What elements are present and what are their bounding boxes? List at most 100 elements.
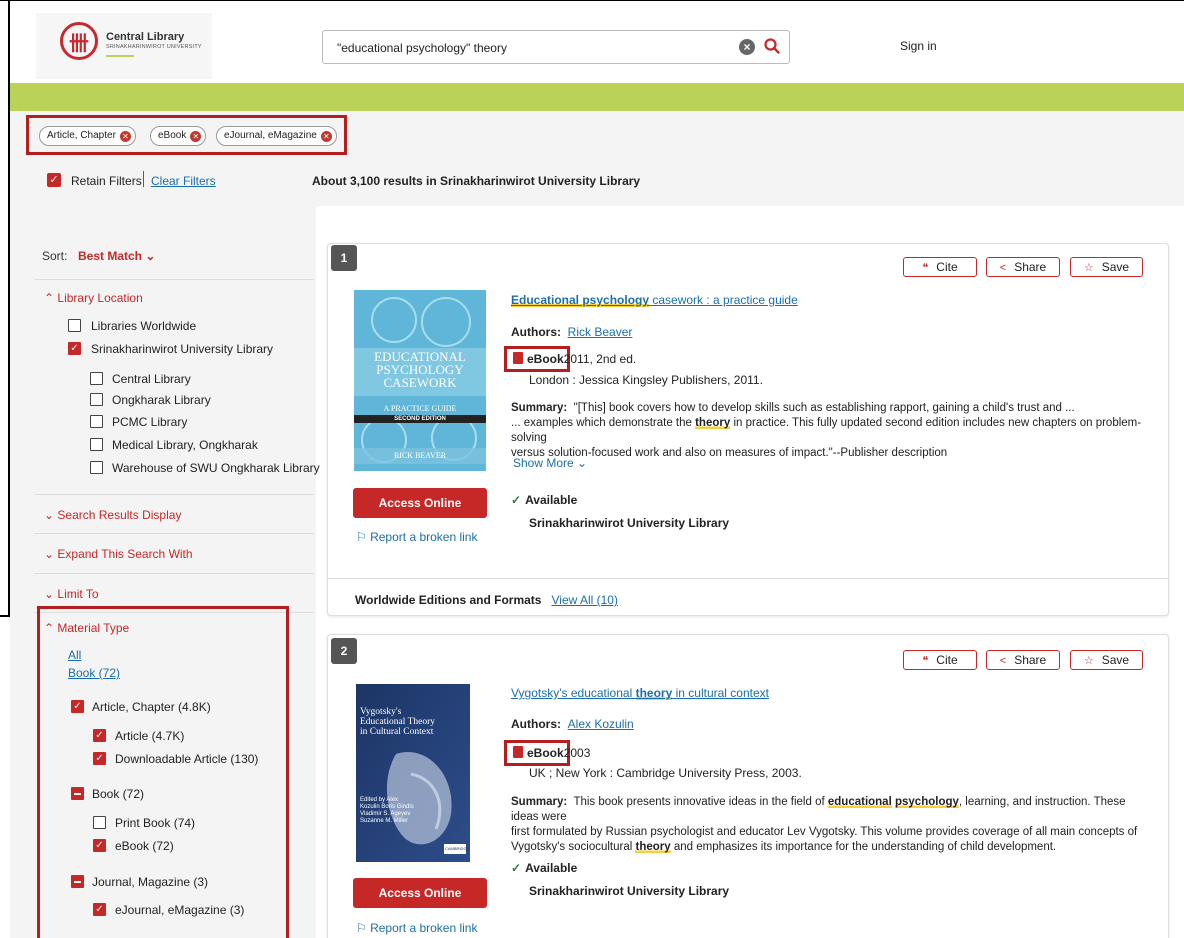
- chip-label: eJournal, eMagazine: [224, 130, 317, 141]
- checkbox-article-chapter[interactable]: ✓: [71, 700, 84, 713]
- cite-button[interactable]: ❝ Cite: [903, 257, 977, 277]
- accent-banner: [10, 83, 1184, 111]
- author-link[interactable]: Alex Kozulin: [568, 717, 634, 731]
- sort-label: Sort:: [42, 249, 68, 263]
- section-label: Expand This Search With: [57, 547, 193, 561]
- view-all-editions-link[interactable]: View All (10): [551, 593, 617, 607]
- sort-dropdown[interactable]: Best Match ⌄: [78, 249, 155, 263]
- section-label: Search Results Display: [57, 508, 182, 522]
- authors-label: Authors:: [511, 325, 561, 339]
- availability-label: Available: [525, 493, 578, 507]
- title-part: Vygotsky's educational: [511, 686, 636, 700]
- title-highlight: theory: [635, 686, 673, 700]
- summary-highlight: theory: [635, 841, 671, 853]
- divider: [34, 494, 314, 495]
- search-icon[interactable]: [763, 37, 781, 55]
- save-button[interactable]: ☆ Save: [1070, 650, 1143, 670]
- search-input[interactable]: "educational psychology" theory ×: [322, 30, 790, 64]
- chevron-down-icon: ⌄: [44, 587, 58, 601]
- option-label: Article, Chapter (4.8K): [92, 700, 211, 714]
- option-label: Medical Library, Ongkharak: [112, 438, 258, 452]
- report-label: Report a broken link: [370, 530, 478, 544]
- material-type-all-link[interactable]: All: [68, 648, 81, 662]
- sign-in-link[interactable]: Sign in: [900, 39, 937, 53]
- cite-button[interactable]: ❝ Cite: [903, 650, 977, 670]
- share-button[interactable]: < Share: [986, 650, 1060, 670]
- divider: [34, 533, 314, 534]
- search-query-text[interactable]: "educational psychology" theory: [337, 41, 507, 55]
- checkbox-ebook[interactable]: ✓: [93, 839, 106, 852]
- divider: [34, 279, 314, 280]
- report-broken-link[interactable]: ⚐ Report a broken link: [356, 530, 477, 544]
- show-more-link[interactable]: Show More ⌄: [513, 456, 587, 470]
- chevron-down-icon: ⌄: [44, 547, 58, 561]
- checkbox-ongkharak-library[interactable]: [90, 393, 103, 406]
- option-label: Article (4.7K): [115, 729, 185, 743]
- section-label: Limit To: [57, 587, 99, 601]
- section-limit-to[interactable]: ⌄ Limit To: [44, 587, 99, 601]
- checkbox-warehouse[interactable]: [90, 461, 103, 474]
- remove-chip-icon[interactable]: ✕: [190, 131, 202, 142]
- access-online-button[interactable]: Access Online: [353, 488, 487, 518]
- section-label: Material Type: [57, 621, 130, 635]
- checkbox-print-book[interactable]: [93, 816, 106, 829]
- option-label: Journal, Magazine (3): [92, 875, 209, 889]
- checkbox-libraries-worldwide[interactable]: [68, 319, 81, 332]
- checkbox-downloadable-article[interactable]: ✓: [93, 752, 106, 765]
- option-label: Print Book (74): [115, 816, 196, 830]
- summary-text: first formulated by Russian psychologist…: [511, 826, 1138, 838]
- logo-emblem-icon: 卌: [60, 22, 98, 60]
- result-title-link[interactable]: Educational psychology casework : a prac…: [511, 293, 798, 307]
- section-material-type[interactable]: ⌃ Material Type: [44, 621, 129, 635]
- save-button[interactable]: ☆ Save: [1070, 257, 1143, 277]
- checkbox-book[interactable]: [71, 787, 84, 800]
- result-title-link[interactable]: Vygotsky's educational theory in cultura…: [511, 686, 769, 700]
- publisher: London : Jessica Kingsley Publishers, 20…: [529, 373, 763, 387]
- pub-year: 2011, 2nd ed.: [563, 352, 637, 366]
- chip-label: Article, Chapter: [47, 130, 116, 141]
- author-link[interactable]: Rick Beaver: [568, 325, 633, 339]
- summary-text: Vygotsky's sociocultural: [511, 841, 636, 853]
- holding-library: Srinakharinwirot University Library: [529, 516, 730, 530]
- share-icon: <: [999, 655, 1007, 667]
- checkmark-icon: ✓: [511, 861, 522, 875]
- remove-chip-icon[interactable]: ✕: [119, 131, 131, 142]
- checkbox-article[interactable]: ✓: [93, 729, 106, 742]
- option-label: Srinakharinwirot University Library: [91, 342, 274, 356]
- title-part: casework : a practice guide: [649, 293, 798, 307]
- flag-icon: ⚐: [356, 921, 371, 935]
- filter-chip-article-chapter[interactable]: Article, Chapter ✕: [39, 126, 136, 146]
- quote-icon: ❝: [922, 262, 929, 274]
- checkbox-journal-magazine[interactable]: [71, 875, 84, 888]
- clear-search-icon[interactable]: ×: [739, 39, 755, 55]
- checkbox-ejournal[interactable]: ✓: [93, 903, 106, 916]
- checkbox-pcmc-library[interactable]: [90, 415, 103, 428]
- report-broken-link[interactable]: ⚐ Report a broken link: [356, 921, 477, 935]
- publisher: UK ; New York : Cambridge University Pre…: [529, 766, 802, 780]
- availability-status: ✓ Available: [511, 861, 577, 875]
- authors-row: Authors: Rick Beaver: [511, 325, 632, 339]
- remove-chip-icon[interactable]: ✕: [320, 131, 332, 142]
- checkbox-swu-library[interactable]: ✓: [68, 342, 81, 355]
- divider: [34, 573, 314, 574]
- library-logo[interactable]: 卌 Central Library SRINAKHARINWIROT UNIVE…: [36, 13, 212, 79]
- retain-filters-checkbox[interactable]: ✓: [47, 173, 61, 187]
- section-expand-search[interactable]: ⌄ Expand This Search With: [44, 547, 193, 561]
- filter-chip-ebook[interactable]: eBook ✕: [150, 126, 207, 146]
- section-search-results-display[interactable]: ⌄ Search Results Display: [44, 508, 181, 522]
- title-part: in cultural context: [672, 686, 769, 700]
- results-count: About 3,100 results in Srinakharinwirot …: [312, 174, 641, 188]
- share-button[interactable]: < Share: [986, 257, 1060, 277]
- option-label: PCMC Library: [112, 415, 188, 429]
- filter-chip-ejournal[interactable]: eJournal, eMagazine ✕: [216, 126, 337, 146]
- clear-filters-link[interactable]: Clear Filters: [151, 174, 216, 188]
- button-label: Save: [1101, 653, 1130, 667]
- access-online-button[interactable]: Access Online: [353, 878, 487, 908]
- checkbox-central-library[interactable]: [90, 372, 103, 385]
- material-type-book-link[interactable]: Book (72): [68, 666, 120, 680]
- summary-label: Summary:: [511, 402, 568, 414]
- chevron-up-icon: ⌃: [44, 291, 58, 305]
- summary: Summary: This book presents innovative i…: [511, 795, 1156, 855]
- checkbox-medical-library[interactable]: [90, 438, 103, 451]
- section-library-location[interactable]: ⌃ Library Location: [44, 291, 143, 305]
